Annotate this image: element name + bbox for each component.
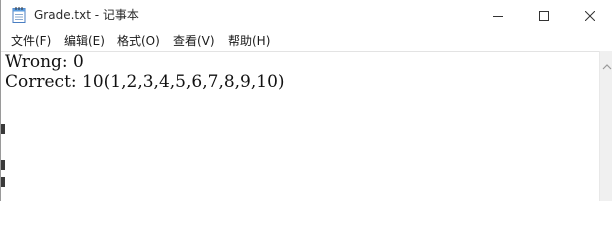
scroll-up-arrow-icon[interactable] (602, 56, 612, 70)
editor-line: Wrong: 0 (5, 52, 84, 72)
maximize-icon (539, 6, 549, 25)
background-window-fragment (1, 177, 5, 187)
window-title: Grade.txt - 记事本 (34, 8, 139, 22)
menu-format[interactable]: 格式(O) (117, 33, 160, 49)
text-editor-area[interactable]: Wrong: 0 Correct: 10(1,2,3,4,5,6,7,8,9,1… (1, 51, 599, 201)
vertical-scrollbar[interactable] (599, 51, 612, 201)
maximize-button[interactable] (521, 0, 567, 30)
background-window-fragment (1, 160, 5, 170)
menu-view[interactable]: 查看(V) (173, 33, 215, 49)
minimize-icon (493, 6, 503, 25)
close-icon (584, 6, 596, 25)
close-button[interactable] (567, 0, 612, 30)
minimize-button[interactable] (475, 0, 521, 30)
menu-bar: 文件(F) 编辑(E) 格式(O) 查看(V) 帮助(H) (1, 30, 612, 51)
menu-help[interactable]: 帮助(H) (228, 33, 270, 49)
background-window-fragment (1, 124, 5, 134)
notepad-icon (12, 7, 26, 23)
notepad-window: Grade.txt - 记事本 文件(F) 编辑(E) 格式(O) 查看(V) … (0, 0, 612, 201)
menu-file[interactable]: 文件(F) (11, 33, 51, 49)
menu-edit[interactable]: 编辑(E) (64, 33, 105, 49)
editor-line: Correct: 10(1,2,3,4,5,6,7,8,9,10) (5, 72, 285, 92)
title-bar[interactable]: Grade.txt - 记事本 (1, 0, 612, 30)
